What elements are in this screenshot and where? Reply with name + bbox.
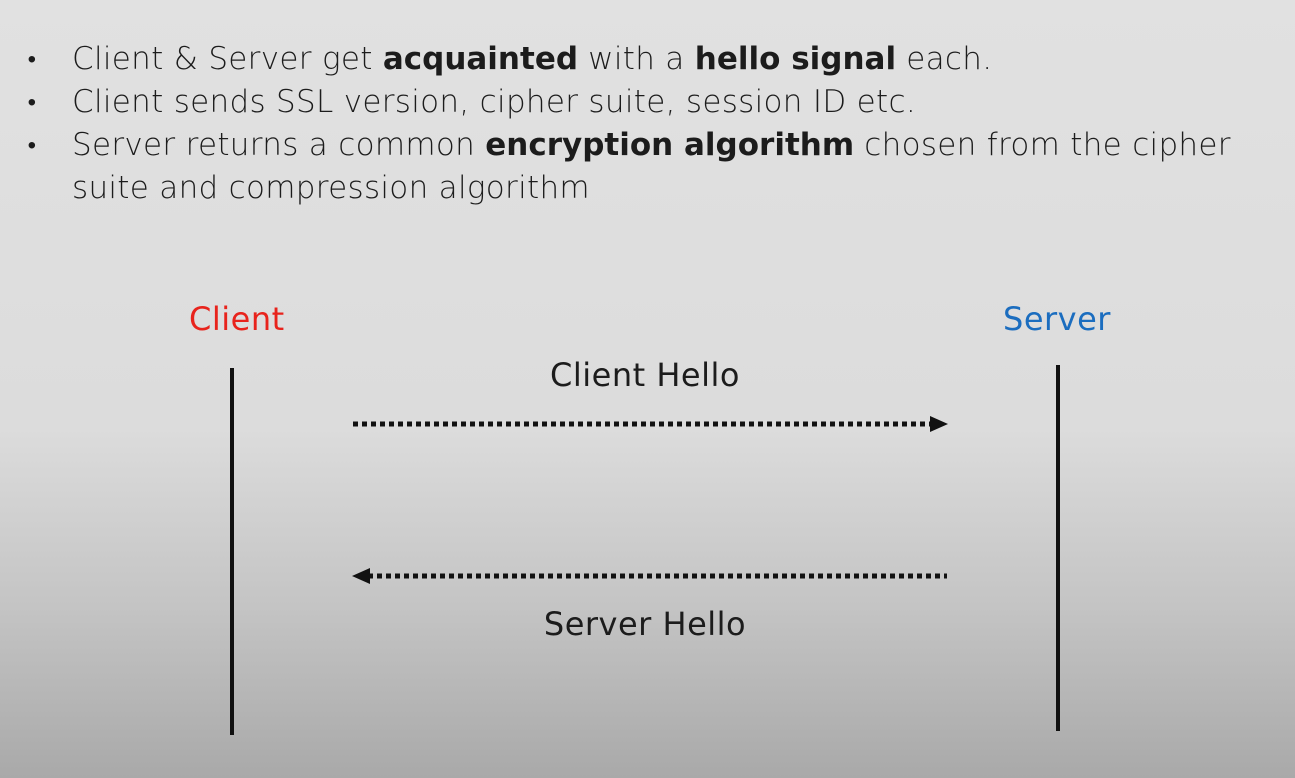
bullet-list: • Client & Server get acquainted with a … xyxy=(24,38,1264,210)
bullet-text-segment: with a xyxy=(578,41,695,77)
client-hello-arrow xyxy=(353,416,948,432)
server-hello-label: Server Hello xyxy=(543,605,747,643)
bullet-text-segment: each. xyxy=(896,41,993,77)
server-lifeline xyxy=(1056,365,1060,731)
client-lifeline xyxy=(230,368,234,735)
bullet-text-segment: acquainted xyxy=(382,41,579,77)
bullet-text-segment: encryption algorithm xyxy=(485,127,855,163)
bullet-text-segment: Client & Server get xyxy=(72,41,383,77)
bullet-item: • Server returns a common encryption alg… xyxy=(24,124,1264,210)
bullet-dot-icon: • xyxy=(27,88,37,116)
server-hello-arrow xyxy=(352,568,947,584)
client-hello-label: Client Hello xyxy=(550,356,740,394)
bullet-item: • Client & Server get acquainted with a … xyxy=(24,38,1264,81)
bullet-item: • Client sends SSL version, cipher suite… xyxy=(24,81,1264,124)
server-participant-label: Server xyxy=(1003,300,1111,338)
client-participant-label: Client xyxy=(189,300,285,338)
bullet-text-segment: Client sends SSL version, cipher suite, … xyxy=(72,84,916,120)
arrowhead-left-icon xyxy=(352,568,370,584)
bullet-dot-icon: • xyxy=(27,45,37,73)
arrowhead-right-icon xyxy=(930,416,948,432)
bullet-dot-icon: • xyxy=(27,131,37,159)
bullet-text-segment: hello signal xyxy=(694,41,897,77)
bullet-text-segment: Server returns a common xyxy=(72,127,486,163)
